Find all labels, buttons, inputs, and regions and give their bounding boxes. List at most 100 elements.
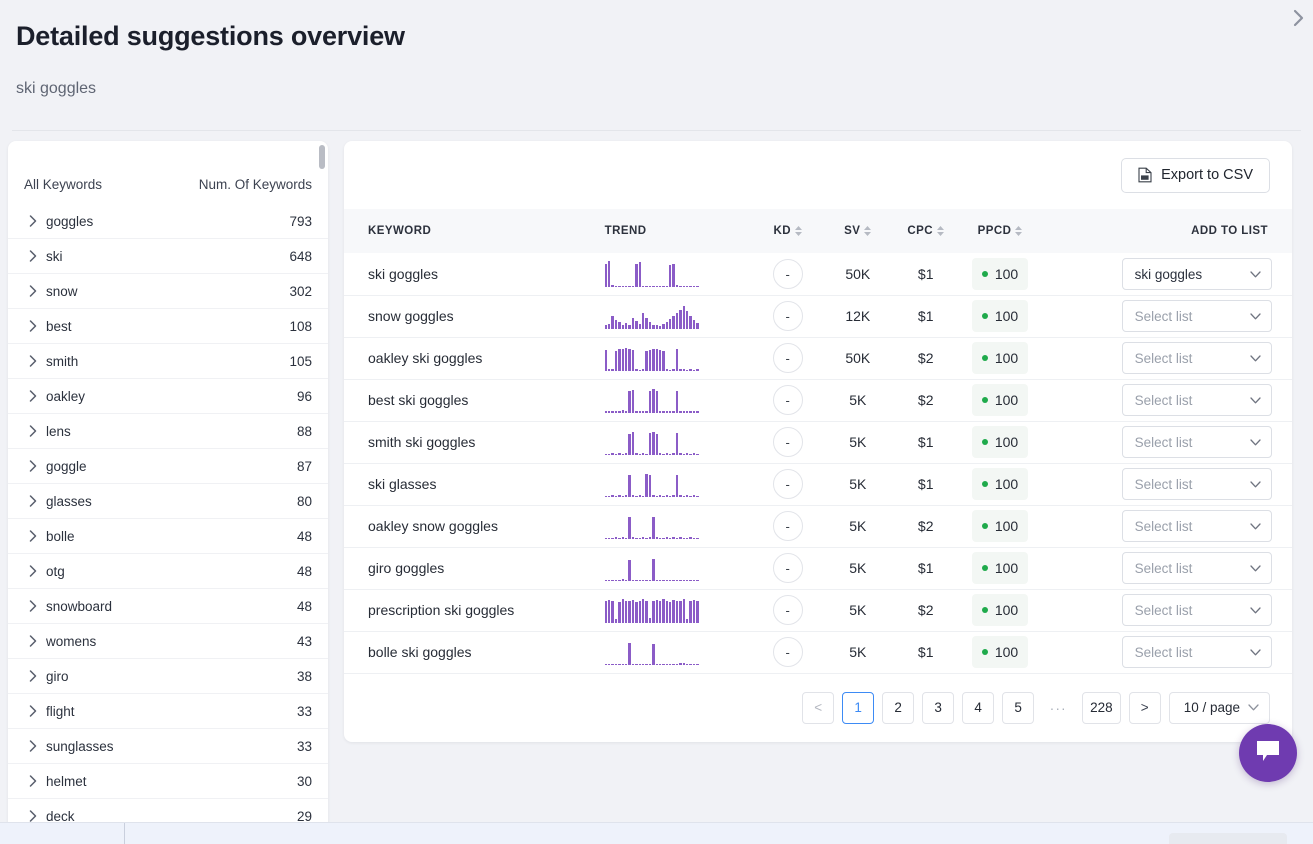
sidebar-keyword-row[interactable]: snow302: [8, 274, 328, 309]
cell-spacer: [1039, 463, 1113, 505]
keyword-text: oakley snow goggles: [368, 518, 498, 534]
chevron-right-icon[interactable]: [20, 670, 46, 682]
table-row[interactable]: ski goggles-50K$1100ski goggles: [344, 253, 1292, 295]
table-row[interactable]: best ski goggles-5K$2100Select list: [344, 379, 1292, 421]
page-size-select[interactable]: 10 / page: [1169, 692, 1270, 724]
add-to-list-select[interactable]: Select list: [1122, 636, 1272, 668]
pagination-ellipsis[interactable]: ···: [1042, 692, 1074, 724]
sort-arrows-icon[interactable]: [864, 226, 871, 236]
sidebar-keyword-row[interactable]: smith105: [8, 344, 328, 379]
chevron-right-icon[interactable]: [20, 495, 46, 507]
chevron-right-icon[interactable]: [20, 320, 46, 332]
add-to-list-select[interactable]: Select list: [1122, 426, 1272, 458]
pagination-page-5[interactable]: 5: [1002, 692, 1034, 724]
sidebar-keyword-row[interactable]: flight33: [8, 694, 328, 729]
sidebar-keyword-row[interactable]: womens43: [8, 624, 328, 659]
ppcd-badge: 100: [972, 300, 1028, 332]
chevron-right-icon[interactable]: [20, 740, 46, 752]
chevron-right-icon[interactable]: [20, 775, 46, 787]
table-row[interactable]: ski glasses-5K$1100Select list: [344, 463, 1292, 505]
table-row[interactable]: giro goggles-5K$1100Select list: [344, 547, 1292, 589]
export-to-csv-button[interactable]: Export to CSV: [1121, 158, 1270, 193]
add-to-list-select[interactable]: Select list: [1122, 468, 1272, 500]
column-header-keyword[interactable]: KEYWORD: [344, 209, 597, 253]
chevron-right-icon[interactable]: [20, 635, 46, 647]
column-header-cpc[interactable]: CPC: [891, 209, 961, 253]
pagination-page-1[interactable]: 1: [842, 692, 874, 724]
sidebar-keyword-row[interactable]: oakley96: [8, 379, 328, 414]
sidebar-keyword-row[interactable]: goggle87: [8, 449, 328, 484]
add-to-list-select[interactable]: Select list: [1122, 510, 1272, 542]
table-row[interactable]: snow goggles-12K$1100Select list: [344, 295, 1292, 337]
sidebar-keyword-row[interactable]: ski648: [8, 239, 328, 274]
trend-sparkline: [605, 597, 699, 623]
chevron-right-icon[interactable]: [20, 460, 46, 472]
sidebar-keyword-row[interactable]: helmet30: [8, 764, 328, 799]
pagination-prev-button[interactable]: <: [802, 692, 834, 724]
add-to-list-select[interactable]: Select list: [1122, 342, 1272, 374]
add-to-list-select[interactable]: Select list: [1122, 594, 1272, 626]
chevron-right-close-icon[interactable]: [1285, 4, 1313, 32]
chevron-right-icon[interactable]: [20, 600, 46, 612]
table-row[interactable]: oakley ski goggles-50K$2100Select list: [344, 337, 1292, 379]
sort-arrows-icon[interactable]: [937, 226, 944, 236]
chevron-right-icon[interactable]: [20, 530, 46, 542]
chevron-right-icon[interactable]: [20, 810, 46, 822]
sidebar-scrollbar-thumb[interactable]: [319, 145, 325, 169]
sidebar-keyword-row[interactable]: otg48: [8, 554, 328, 589]
cell-ppcd: 100: [961, 253, 1040, 295]
sidebar-keyword-row[interactable]: giro38: [8, 659, 328, 694]
status-dot-icon: [982, 355, 988, 361]
column-header-ppcd[interactable]: PPCD: [961, 209, 1040, 253]
column-header-trend[interactable]: TREND: [597, 209, 751, 253]
chevron-right-icon[interactable]: [20, 705, 46, 717]
sidebar-keyword-row[interactable]: best108: [8, 309, 328, 344]
sidebar-keyword-label: oakley: [46, 389, 297, 404]
cell-trend: [597, 253, 751, 295]
kd-badge: -: [773, 385, 803, 415]
sort-arrows-icon[interactable]: [795, 226, 802, 236]
sort-arrows-icon[interactable]: [1015, 226, 1022, 236]
pagination-last-page[interactable]: 228: [1082, 692, 1121, 724]
sidebar-scrollbar-track[interactable]: [319, 145, 325, 820]
add-to-list-select[interactable]: Select list: [1122, 384, 1272, 416]
sidebar-keyword-row[interactable]: sunglasses33: [8, 729, 328, 764]
chevron-right-icon[interactable]: [20, 285, 46, 297]
pagination-page-3[interactable]: 3: [922, 692, 954, 724]
add-to-list-select[interactable]: Select list: [1122, 552, 1272, 584]
cell-keyword: ski glasses: [344, 463, 597, 505]
add-to-list-select[interactable]: Select list: [1122, 300, 1272, 332]
sidebar-keyword-count: 33: [297, 704, 312, 719]
chevron-right-icon[interactable]: [20, 250, 46, 262]
add-to-list-select[interactable]: ski goggles: [1122, 258, 1272, 290]
sidebar-keyword-row[interactable]: bolle48: [8, 519, 328, 554]
sidebar-col-num-of-keywords: Num. Of Keywords: [199, 177, 312, 192]
column-header-trend-label: TREND: [605, 225, 647, 237]
chevron-right-icon[interactable]: [20, 355, 46, 367]
sidebar-keyword-row[interactable]: glasses80: [8, 484, 328, 519]
table-row[interactable]: bolle ski goggles-5K$1100Select list: [344, 631, 1292, 673]
table-row[interactable]: oakley snow goggles-5K$2100Select list: [344, 505, 1292, 547]
ppcd-badge: 100: [972, 510, 1028, 542]
pagination-page-2[interactable]: 2: [882, 692, 914, 724]
chevron-right-icon[interactable]: [20, 215, 46, 227]
sidebar-keyword-row[interactable]: goggles793: [8, 204, 328, 239]
ppcd-badge: 100: [972, 384, 1028, 416]
column-header-sv[interactable]: SV: [825, 209, 891, 253]
chevron-right-icon[interactable]: [20, 390, 46, 402]
page-title: Detailed suggestions overview: [16, 16, 1297, 56]
chevron-right-icon[interactable]: [20, 565, 46, 577]
show-all-button[interactable]: Show All: [1169, 833, 1287, 844]
status-dot-icon: [982, 649, 988, 655]
sidebar-keyword-row[interactable]: lens88: [8, 414, 328, 449]
chat-bubble-button[interactable]: [1239, 724, 1297, 782]
status-dot-icon: [982, 439, 988, 445]
chevron-right-icon[interactable]: [20, 425, 46, 437]
table-row[interactable]: smith ski goggles-5K$1100Select list: [344, 421, 1292, 463]
sidebar-keyword-row[interactable]: deck29: [8, 799, 328, 824]
table-row[interactable]: prescription ski goggles-5K$2100Select l…: [344, 589, 1292, 631]
sidebar-keyword-row[interactable]: snowboard48: [8, 589, 328, 624]
pagination-page-4[interactable]: 4: [962, 692, 994, 724]
pagination-next-button[interactable]: >: [1129, 692, 1161, 724]
column-header-kd[interactable]: KD: [751, 209, 825, 253]
